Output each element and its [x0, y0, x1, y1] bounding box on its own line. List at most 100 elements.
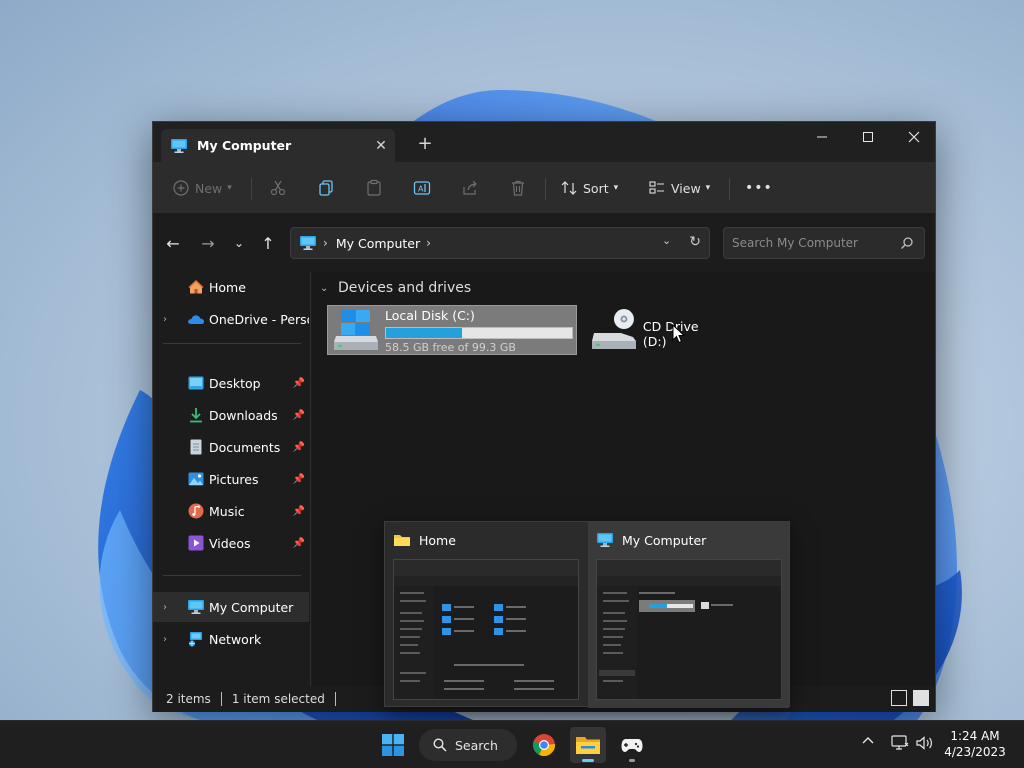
- title-bar: My Computer ✕ +: [153, 122, 935, 162]
- search-label: Search: [455, 737, 498, 753]
- computer-icon: [171, 138, 187, 153]
- preview-card-home[interactable]: Home: [385, 522, 586, 708]
- status-divider: [220, 692, 222, 706]
- collapse-chevron-icon[interactable]: ⌄: [320, 283, 334, 294]
- delete-button[interactable]: [509, 176, 527, 200]
- pin-icon[interactable]: 📌: [293, 378, 305, 389]
- more-options-button[interactable]: •••: [745, 176, 773, 200]
- sidebar-item-music[interactable]: Music 📌: [153, 496, 309, 526]
- drive-usage-bar: [385, 327, 573, 339]
- start-button[interactable]: [375, 727, 411, 763]
- sidebar-item-pictures[interactable]: Pictures 📌: [153, 464, 309, 494]
- svg-text:A: A: [418, 185, 424, 194]
- music-icon: [187, 503, 205, 519]
- view-icon: [649, 181, 664, 194]
- breadcrumb-chevron-icon[interactable]: ›: [426, 236, 431, 250]
- breadcrumb-my-computer[interactable]: My Computer: [336, 236, 420, 251]
- new-label: New: [195, 180, 223, 196]
- computer-icon: [187, 599, 205, 615]
- sort-button[interactable]: Sort ▾: [561, 176, 618, 200]
- computer-icon: [300, 236, 316, 250]
- sidebar-item-videos[interactable]: Videos 📌: [153, 528, 309, 558]
- arrow-up-icon: ↑: [261, 233, 275, 253]
- home-icon: [187, 279, 205, 295]
- sidebar-item-network[interactable]: › Network: [153, 624, 309, 654]
- forward-button[interactable]: →: [196, 232, 220, 254]
- rename-button[interactable]: A: [413, 176, 431, 200]
- speaker-icon: [916, 736, 932, 750]
- expand-chevron-icon[interactable]: ›: [163, 634, 179, 645]
- rename-icon: A: [413, 181, 431, 195]
- cut-button[interactable]: [269, 176, 287, 200]
- new-tab-button[interactable]: +: [411, 133, 439, 157]
- tab-close-button[interactable]: ✕: [367, 138, 395, 154]
- up-button[interactable]: ↑: [256, 232, 280, 254]
- refresh-icon[interactable]: ↻: [689, 234, 701, 250]
- tab-my-computer[interactable]: My Computer ✕: [161, 129, 395, 162]
- arrow-right-icon: →: [201, 233, 215, 253]
- game-controller-icon: [621, 739, 643, 752]
- recent-locations-button[interactable]: ⌄: [227, 232, 251, 254]
- drive-local-disk-c[interactable]: Local Disk (C:) 58.5 GB free of 99.3 GB: [327, 305, 577, 355]
- sidebar-item-desktop[interactable]: Desktop 📌: [153, 368, 309, 398]
- address-dropdown-icon[interactable]: ⌄: [662, 234, 671, 250]
- maximize-button[interactable]: [845, 122, 891, 152]
- pin-icon[interactable]: 📌: [293, 506, 305, 517]
- search-input[interactable]: [732, 236, 892, 250]
- expand-chevron-icon[interactable]: ›: [163, 602, 179, 613]
- taskbar-search[interactable]: Search: [419, 729, 517, 761]
- toolbar-divider: [729, 178, 730, 200]
- search-icon: [433, 738, 447, 752]
- search-box[interactable]: [723, 227, 925, 259]
- sidebar-item-my-computer[interactable]: › My Computer: [153, 592, 309, 622]
- back-button[interactable]: ←: [161, 232, 185, 254]
- pin-icon[interactable]: 📌: [293, 538, 305, 549]
- sidebar-item-downloads[interactable]: Downloads 📌: [153, 400, 309, 430]
- preview-title: My Computer: [622, 532, 707, 548]
- address-bar[interactable]: › My Computer › ⌄ ↻: [290, 227, 710, 259]
- details-view-icon[interactable]: [891, 690, 907, 706]
- paste-button[interactable]: [365, 176, 383, 200]
- command-bar: New ▾ A Sort ▾ View ▾ •••: [153, 162, 935, 214]
- sidebar-item-onedrive[interactable]: › OneDrive - Persona: [153, 304, 309, 334]
- sidebar-item-label: My Computer: [209, 599, 294, 615]
- sidebar-divider: [163, 343, 301, 344]
- taskbar-game-app[interactable]: [614, 727, 650, 763]
- network-icon: [187, 631, 205, 647]
- share-icon: [463, 180, 477, 195]
- tray-overflow-chevron[interactable]: [861, 735, 875, 745]
- drive-cd-d[interactable]: CD Drive (D:): [586, 305, 726, 355]
- close-button[interactable]: [891, 122, 937, 152]
- plus-circle-icon: [173, 180, 189, 196]
- new-button[interactable]: New ▾: [173, 176, 232, 200]
- share-button[interactable]: [461, 176, 479, 200]
- preview-thumbnail: [393, 559, 579, 700]
- view-label: View: [671, 180, 701, 196]
- close-icon: [908, 131, 920, 143]
- mouse-cursor-icon: [672, 324, 686, 344]
- pin-icon[interactable]: 📌: [293, 474, 305, 485]
- group-title: Devices and drives: [338, 280, 472, 296]
- preview-card-my-computer[interactable]: My Computer: [588, 522, 789, 708]
- breadcrumb-chevron-icon: ›: [323, 236, 328, 250]
- pin-icon[interactable]: 📌: [293, 410, 305, 421]
- expand-chevron-icon[interactable]: ›: [163, 314, 179, 325]
- navigation-pane: Home › OneDrive - Persona Desktop 📌 Down…: [153, 272, 311, 686]
- taskbar-file-explorer[interactable]: [570, 727, 606, 763]
- pin-icon[interactable]: 📌: [293, 442, 305, 453]
- sidebar-item-documents[interactable]: Documents 📌: [153, 432, 309, 462]
- minimize-button[interactable]: [799, 122, 845, 152]
- sort-label: Sort: [583, 180, 609, 196]
- copy-button[interactable]: [317, 176, 335, 200]
- volume-button[interactable]: [916, 735, 934, 751]
- sidebar-item-home[interactable]: Home: [153, 272, 309, 302]
- hard-drive-icon: [334, 310, 378, 350]
- network-status-button[interactable]: [891, 735, 909, 751]
- clock[interactable]: 1:24 AM 4/23/2023: [940, 728, 1010, 760]
- toolbar-divider: [251, 178, 252, 200]
- devices-group-header[interactable]: ⌄ Devices and drives: [320, 280, 471, 296]
- taskbar-chrome[interactable]: [526, 727, 562, 763]
- navigation-row: ← → ⌄ ↑ › My Computer › ⌄ ↻: [153, 215, 935, 271]
- view-button[interactable]: View ▾: [649, 176, 710, 200]
- large-icons-view-icon[interactable]: [913, 690, 929, 706]
